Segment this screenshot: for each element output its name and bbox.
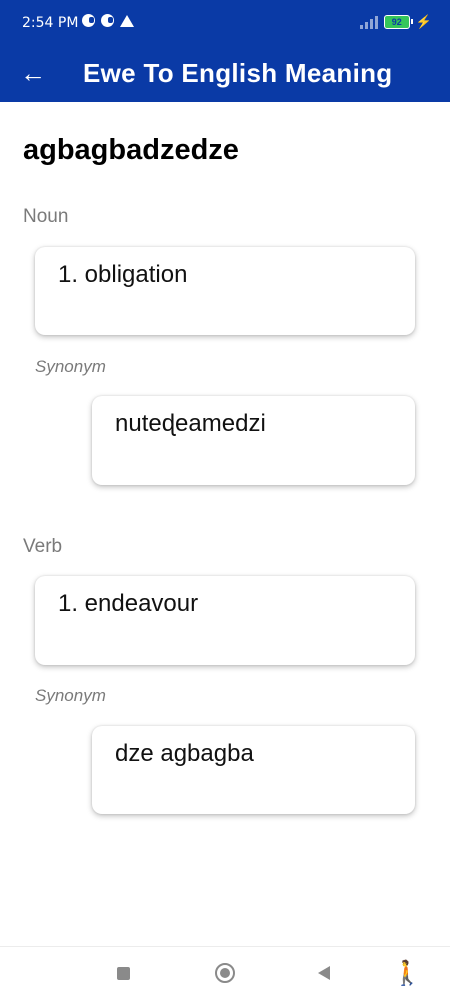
signal-icon	[359, 15, 378, 29]
toolbar: ← Ewe To English Meaning	[0, 48, 450, 102]
page-title: Ewe To English Meaning	[83, 58, 393, 88]
synonym-label: Synonym	[35, 686, 106, 705]
status-bar: 2:54 PM 92 ⚡	[0, 0, 450, 48]
part-of-speech-label: Noun	[23, 206, 69, 227]
notification-icon	[101, 14, 114, 27]
meaning-text: 1. endeavour	[58, 590, 199, 617]
recents-square-icon[interactable]	[117, 967, 130, 980]
meaning-card: 1. obligation	[35, 247, 415, 335]
accessibility-icon[interactable]: 🚶	[392, 959, 422, 988]
meaning-card: 1. endeavour	[35, 576, 415, 665]
warning-icon	[120, 14, 134, 27]
back-arrow-icon[interactable]: ←	[20, 58, 46, 89]
back-triangle-icon[interactable]	[318, 966, 330, 980]
home-circle-icon[interactable]	[215, 963, 235, 983]
app-bar: 2:54 PM 92 ⚡ ← Ewe To English Meaning	[0, 0, 450, 102]
synonym-text: nuteɖeamedzi	[115, 410, 266, 437]
synonym-label: Synonym	[35, 357, 106, 376]
charging-icon: ⚡	[415, 14, 432, 29]
status-notification-icons	[82, 14, 134, 27]
headword: agbagbadzedze	[23, 134, 239, 166]
notification-icon	[82, 14, 95, 27]
synonym-text: dze agbagba	[115, 740, 254, 767]
system-nav-bar: 🚶	[0, 946, 450, 1001]
synonym-card: nuteɖeamedzi	[92, 396, 415, 485]
part-of-speech-label: Verb	[23, 536, 63, 557]
status-time: 2:54 PM	[22, 15, 79, 31]
meaning-text: 1. obligation	[58, 261, 188, 288]
synonym-card: dze agbagba	[92, 726, 415, 814]
battery-icon: 92	[383, 15, 413, 29]
status-system-icons: 92 ⚡	[359, 14, 432, 30]
